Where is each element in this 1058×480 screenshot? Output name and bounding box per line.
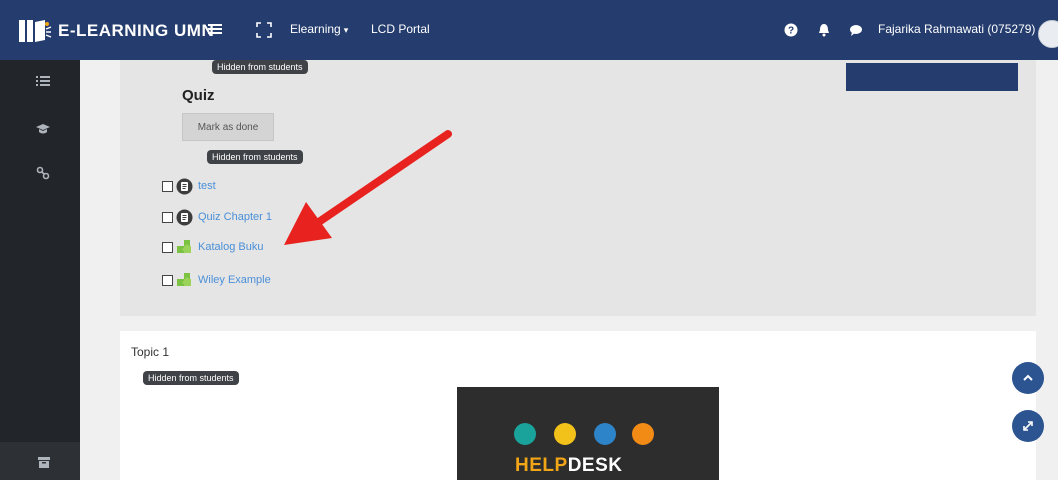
activity-row[interactable]: Katalog Buku	[162, 237, 263, 257]
activity-link[interactable]: test	[198, 180, 216, 192]
scroll-to-top-button[interactable]	[1012, 362, 1044, 394]
support-agent-icon	[554, 423, 576, 445]
activity-link[interactable]: Quiz Chapter 1	[198, 211, 272, 223]
redaction-box	[846, 63, 1018, 91]
activity-row[interactable]: test	[162, 176, 216, 196]
brand-name: E-LEARNING UMN	[58, 21, 215, 40]
chat-icon	[594, 423, 616, 445]
lcd-portal-link[interactable]: LCD Portal	[371, 22, 430, 36]
fullscreen-icon[interactable]	[256, 22, 272, 38]
completion-checkbox[interactable]	[162, 241, 173, 253]
expand-button[interactable]	[1012, 410, 1044, 442]
competencies-icon[interactable]	[36, 166, 50, 180]
completion-checkbox[interactable]	[162, 211, 173, 223]
top-navbar: E-LEARNING UMN Elearning ▾ LCD Portal ? F…	[0, 0, 1058, 60]
helpdesk-banner[interactable]: HELPDESK	[457, 387, 719, 480]
hidden-from-students-badge: Hidden from students	[212, 60, 308, 74]
elearning-dropdown[interactable]: Elearning ▾	[290, 22, 348, 36]
drawer-footer	[0, 442, 80, 480]
messages-icon[interactable]	[848, 22, 864, 38]
book-logo-icon	[19, 20, 52, 42]
user-avatar[interactable]	[1038, 20, 1058, 48]
left-drawer	[0, 60, 80, 480]
helpdesk-help-text: HELP	[515, 455, 568, 476]
puzzle-icon	[177, 239, 191, 253]
hidden-from-students-badge: Hidden from students	[143, 371, 239, 385]
activity-row[interactable]: Quiz Chapter 1	[162, 207, 272, 227]
graduation-cap-icon[interactable]	[36, 122, 50, 136]
phone-icon	[514, 423, 536, 445]
archive-icon[interactable]	[38, 456, 50, 468]
caret-down-icon: ▾	[343, 25, 349, 35]
activity-link[interactable]: Wiley Example	[198, 274, 271, 286]
notification-bell-icon[interactable]	[816, 22, 832, 38]
help-icon[interactable]: ?	[783, 22, 799, 38]
list-icon[interactable]	[36, 74, 50, 88]
section-title: Quiz	[182, 87, 215, 104]
expand-icon	[1023, 421, 1033, 431]
quiz-icon	[176, 178, 193, 194]
brand-link[interactable]: E-LEARNING UMN	[18, 17, 214, 45]
hamburger-menu-icon[interactable]	[206, 18, 226, 40]
helpdesk-desk-text: DESK	[567, 455, 623, 476]
mark-as-done-button[interactable]: Mark as done	[182, 113, 274, 141]
chevron-up-icon	[1023, 374, 1033, 381]
helpdesk-text: HELPDESK	[515, 455, 622, 477]
quiz-icon	[176, 209, 193, 225]
annotation-arrow-icon	[284, 130, 452, 245]
headset-icon	[632, 423, 654, 445]
user-menu[interactable]: Fajarika Rahmawati (075279)	[878, 22, 1035, 36]
completion-checkbox[interactable]	[162, 274, 173, 286]
svg-text:?: ?	[788, 26, 794, 37]
puzzle-icon	[177, 272, 191, 286]
activity-link[interactable]: Katalog Buku	[198, 241, 263, 253]
elearning-label: Elearning	[290, 22, 341, 36]
activity-row[interactable]: Wiley Example	[162, 270, 271, 290]
topic-title: Topic 1	[131, 345, 170, 359]
completion-checkbox[interactable]	[162, 180, 173, 192]
